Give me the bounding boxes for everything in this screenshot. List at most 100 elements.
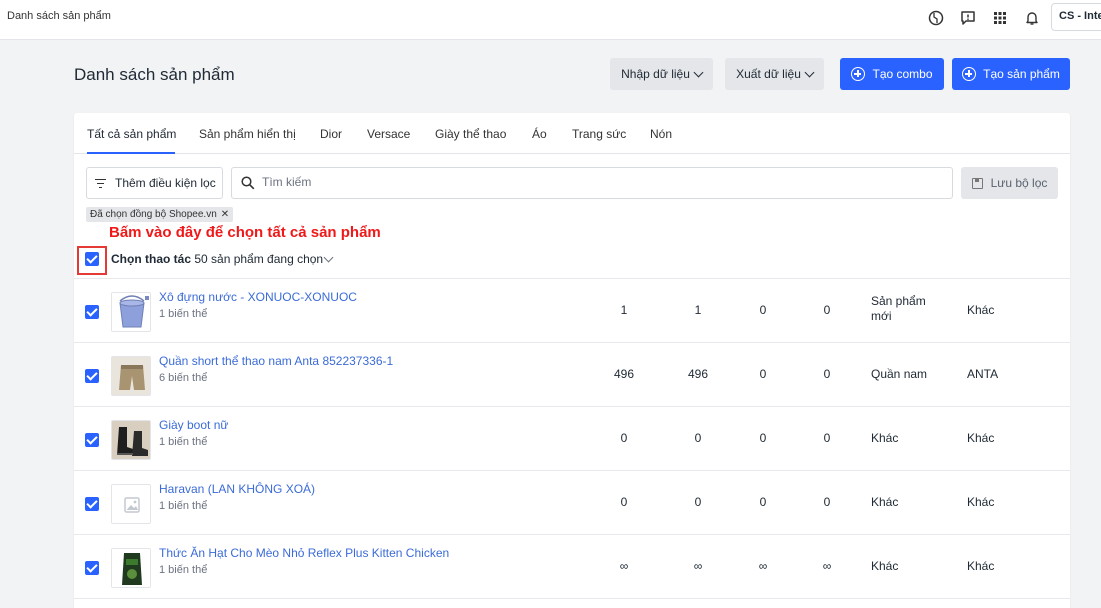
import-data-label: Nhập dữ liệu <box>621 67 690 81</box>
table-row <box>74 598 1070 608</box>
stock-cell: 0 <box>823 431 831 445</box>
product-vendor: Khác <box>967 495 995 509</box>
chevron-down-icon[interactable] <box>323 252 334 263</box>
image-placeholder-icon <box>124 497 140 513</box>
stock-cell: 0 <box>759 303 767 317</box>
save-filter-label: Lưu bộ lọc <box>990 176 1048 190</box>
plus-circle-icon <box>851 67 866 81</box>
tab-hats[interactable]: Nón <box>650 127 672 141</box>
tab-versace[interactable]: Versace <box>367 127 410 141</box>
create-product-button[interactable]: Tạo sản phẩm <box>952 58 1070 90</box>
table-row[interactable]: Giày boot nữ 1 biến thể 0 0 0 0 Khác Khá… <box>74 406 1070 470</box>
stock-cell: ∞ <box>758 559 768 573</box>
product-vendor: ANTA <box>967 367 999 381</box>
stock-cell: 0 <box>759 495 767 509</box>
active-filter-chip: Đã chọn đồng bộ Shopee.vn ✕ <box>86 207 234 222</box>
tab-all-products[interactable]: Tất cả sản phẩm <box>87 127 176 141</box>
tab-dior[interactable]: Dior <box>320 127 342 141</box>
product-type: Sản phẩm mới <box>871 294 926 323</box>
stock-cell: ∞ <box>693 559 703 573</box>
stock-cell: 0 <box>823 495 831 509</box>
table-row[interactable]: Haravan (LAN KHÔNG XOÁ) 1 biến thể 0 0 0… <box>74 470 1070 534</box>
save-icon <box>971 177 983 189</box>
search-box <box>231 167 953 199</box>
annotation-text: Bấm vào đây để chọn tất cả sản phẩm <box>109 224 381 241</box>
product-variants: 1 biến thể <box>159 436 208 448</box>
create-combo-button[interactable]: Tạo combo <box>840 58 944 90</box>
row-checkbox[interactable] <box>85 561 99 575</box>
tab-sneakers[interactable]: Giày thể thao <box>435 127 506 141</box>
globe-icon[interactable] <box>926 8 946 28</box>
selected-count-text: 50 sản phẩm đang chọn <box>194 252 324 266</box>
table-row[interactable]: Thức Ăn Hạt Cho Mèo Nhỏ Reflex Plus Kitt… <box>74 534 1070 598</box>
product-variants: 1 biến thể <box>159 308 208 320</box>
product-variants: 6 biến thể <box>159 372 208 384</box>
tab-visible-products[interactable]: Sản phẩm hiển thị <box>199 127 296 141</box>
filter-icon <box>95 178 106 188</box>
search-input[interactable] <box>262 175 922 189</box>
search-icon <box>241 176 255 190</box>
product-thumbnail <box>111 292 151 332</box>
stock-cell: ∞ <box>822 559 832 573</box>
product-list-card: Tất cả sản phẩm Sản phẩm hiển thị Dior V… <box>74 113 1070 608</box>
app-title: Danh sách sản phẩm <box>7 10 111 22</box>
active-filter-chip-label: Đã chọn đồng bộ Shopee.vn <box>90 209 217 220</box>
export-data-label: Xuất dữ liệu <box>736 67 801 81</box>
stock-cell: 0 <box>759 367 767 381</box>
product-vendor: Khác <box>967 559 995 573</box>
product-variants: 1 biến thể <box>159 564 208 576</box>
product-type: Quần nam <box>871 367 928 381</box>
page-title: Danh sách sản phẩm <box>74 65 235 84</box>
chat-icon[interactable] <box>958 8 978 28</box>
table-row[interactable]: Xô đựng nước - XONUOC-XONUOC 1 biến thể … <box>74 278 1070 342</box>
row-checkbox[interactable] <box>85 433 99 447</box>
add-filter-condition-button[interactable]: Thêm điều kiện lọc <box>86 167 223 199</box>
bell-icon[interactable] <box>1022 8 1042 28</box>
chevron-down-icon <box>693 67 704 77</box>
bulk-action-label: Chọn thao tác <box>111 252 191 266</box>
bulk-action-selector[interactable]: Chọn thao tác 50 sản phẩm đang chọn <box>111 252 323 266</box>
product-type: Khác <box>871 559 899 573</box>
product-type: Khác <box>871 431 899 445</box>
product-vendor: Khác <box>967 303 995 317</box>
row-checkbox[interactable] <box>85 369 99 383</box>
save-filter-button[interactable]: Lưu bộ lọc <box>961 167 1058 199</box>
stock-cell: 0 <box>620 431 628 445</box>
product-name-link[interactable]: Xô đựng nước - XONUOC-XONUOC <box>159 290 357 304</box>
product-thumbnail <box>111 356 151 396</box>
product-variants: 1 biến thể <box>159 500 208 512</box>
export-data-button[interactable]: Xuất dữ liệu <box>725 58 824 90</box>
product-name-link[interactable]: Quần short thể thao nam Anta 852237336-1 <box>159 354 393 368</box>
stock-cell: 0 <box>620 495 628 509</box>
stock-cell: 0 <box>823 303 831 317</box>
product-name-link[interactable]: Haravan (LAN KHÔNG XOÁ) <box>159 482 315 496</box>
stock-cell: 496 <box>687 367 709 381</box>
row-checkbox[interactable] <box>85 305 99 319</box>
product-type: Khác <box>871 495 899 509</box>
select-all-checkbox[interactable] <box>85 252 99 266</box>
stock-cell: 496 <box>613 367 635 381</box>
plus-circle-icon <box>962 67 977 81</box>
tab-shirts[interactable]: Áo <box>532 127 547 141</box>
table-row[interactable]: Quần short thể thao nam Anta 852237336-1… <box>74 342 1070 406</box>
tab-bar: Tất cả sản phẩm Sản phẩm hiển thị Dior V… <box>74 113 1070 154</box>
product-name-link[interactable]: Giày boot nữ <box>159 418 228 432</box>
product-thumbnail <box>111 484 151 524</box>
import-data-button[interactable]: Nhập dữ liệu <box>610 58 713 90</box>
product-thumbnail <box>111 420 151 460</box>
row-checkbox[interactable] <box>85 497 99 511</box>
apps-grid-icon[interactable] <box>990 8 1010 28</box>
stock-cell: 0 <box>823 367 831 381</box>
close-icon[interactable]: ✕ <box>221 209 229 220</box>
stock-cell: 1 <box>620 303 628 317</box>
stock-cell: 0 <box>694 495 702 509</box>
active-tab-indicator <box>87 152 175 154</box>
tab-jewelry[interactable]: Trang sức <box>572 127 626 141</box>
stock-cell: 0 <box>694 431 702 445</box>
add-filter-condition-label: Thêm điều kiện lọc <box>115 176 216 190</box>
create-product-label: Tạo sản phẩm <box>983 67 1060 81</box>
product-thumbnail <box>111 548 151 588</box>
stock-cell: ∞ <box>619 559 629 573</box>
product-name-link[interactable]: Thức Ăn Hạt Cho Mèo Nhỏ Reflex Plus Kitt… <box>159 546 449 560</box>
store-switcher-button[interactable]: CS - Inter <box>1051 3 1101 31</box>
